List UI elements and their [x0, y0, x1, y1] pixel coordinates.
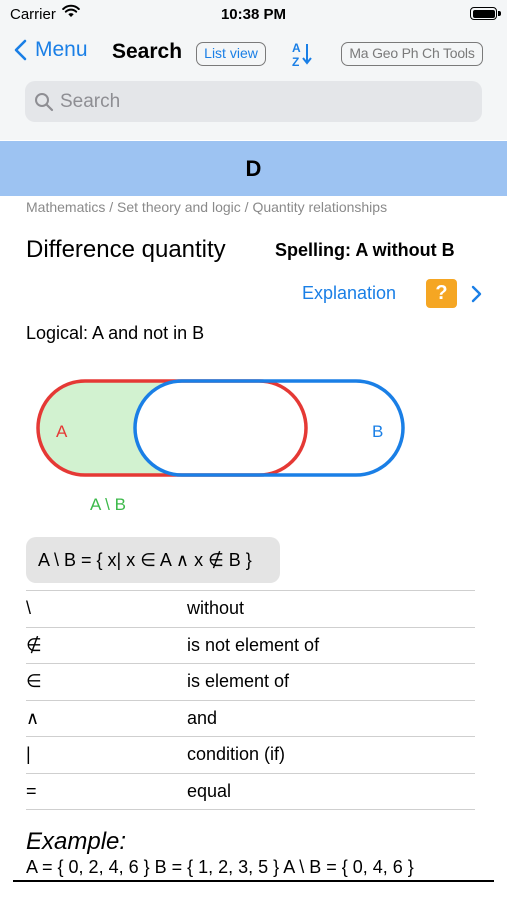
symbol-row: ∉ is not element of — [26, 628, 475, 664]
meaning-cell: is not element of — [187, 634, 320, 655]
meaning-cell: and — [187, 707, 218, 728]
list-view-button[interactable]: List view — [196, 42, 266, 66]
venn-diagram: A B A \ B — [36, 379, 405, 514]
sort-az-icon[interactable]: A Z — [290, 40, 316, 68]
symbol-cell: \ — [26, 598, 32, 618]
difference-label: A \ B — [90, 495, 126, 514]
section-header: D — [0, 141, 507, 196]
symbol-cell: ∉ — [26, 634, 42, 655]
logical-description: Logical: A and not in B — [26, 323, 205, 343]
symbol-cell: | — [26, 744, 31, 764]
breadcrumb: Mathematics / Set theory and logic / Qua… — [26, 199, 388, 215]
example-heading: Example: — [26, 828, 127, 855]
meaning-cell: equal — [187, 780, 232, 801]
meaning-cell: is element of — [187, 671, 290, 691]
top-bar: Carrier 10:38 PM Menu Search List view A… — [0, 0, 507, 140]
search-field[interactable]: Search — [25, 81, 482, 122]
symbol-cell: = — [26, 780, 37, 801]
meaning-cell: condition (if) — [187, 744, 286, 764]
symbol-row: | condition (if) — [26, 737, 475, 774]
bottom-divider — [13, 880, 494, 882]
symbol-row: ∈ is element of — [26, 664, 475, 701]
symbol-cell: ∧ — [26, 707, 40, 728]
search-icon — [35, 93, 54, 112]
set-a-label: A — [56, 422, 68, 441]
back-button[interactable]: Menu — [14, 38, 88, 62]
formula-box: A \ B = { x| x ∈ A ∧ x ∉ B } — [26, 537, 280, 583]
symbol-cell: ∈ — [26, 671, 42, 691]
status-bar: Carrier 10:38 PM — [0, 0, 507, 30]
symbol-row: ∧ and — [26, 701, 475, 737]
term-title: Difference quantity — [26, 236, 226, 263]
status-time: 10:38 PM — [220, 6, 287, 23]
explanation-link[interactable]: Explanation — [302, 283, 396, 304]
chevron-right-icon[interactable] — [470, 285, 482, 303]
svg-text:A: A — [292, 41, 301, 55]
symbol-table: \ without ∉ is not element of ∈ is eleme… — [26, 590, 475, 810]
svg-text:Z: Z — [292, 55, 299, 68]
meaning-cell: without — [187, 598, 245, 618]
back-button-label: Menu — [35, 38, 88, 61]
search-placeholder: Search — [60, 91, 121, 112]
help-button[interactable]: ? — [426, 279, 457, 308]
navigation-bar: Menu Search List view A Z Ma Geo Ph Ch T… — [0, 36, 507, 72]
example-text: A = { 0, 2, 4, 6 } B = { 1, 2, 3, 5 } A … — [26, 857, 414, 877]
symbol-row: = equal — [26, 774, 475, 810]
page-title: Search — [112, 40, 183, 63]
spelling-text: Spelling: A without B — [275, 240, 455, 260]
set-b-label: B — [372, 422, 383, 441]
tools-button[interactable]: Ma Geo Ph Ch Tools — [341, 42, 483, 66]
chevron-left-icon — [14, 39, 27, 61]
battery-icon — [470, 7, 501, 20]
symbol-row: \ without — [26, 591, 475, 628]
